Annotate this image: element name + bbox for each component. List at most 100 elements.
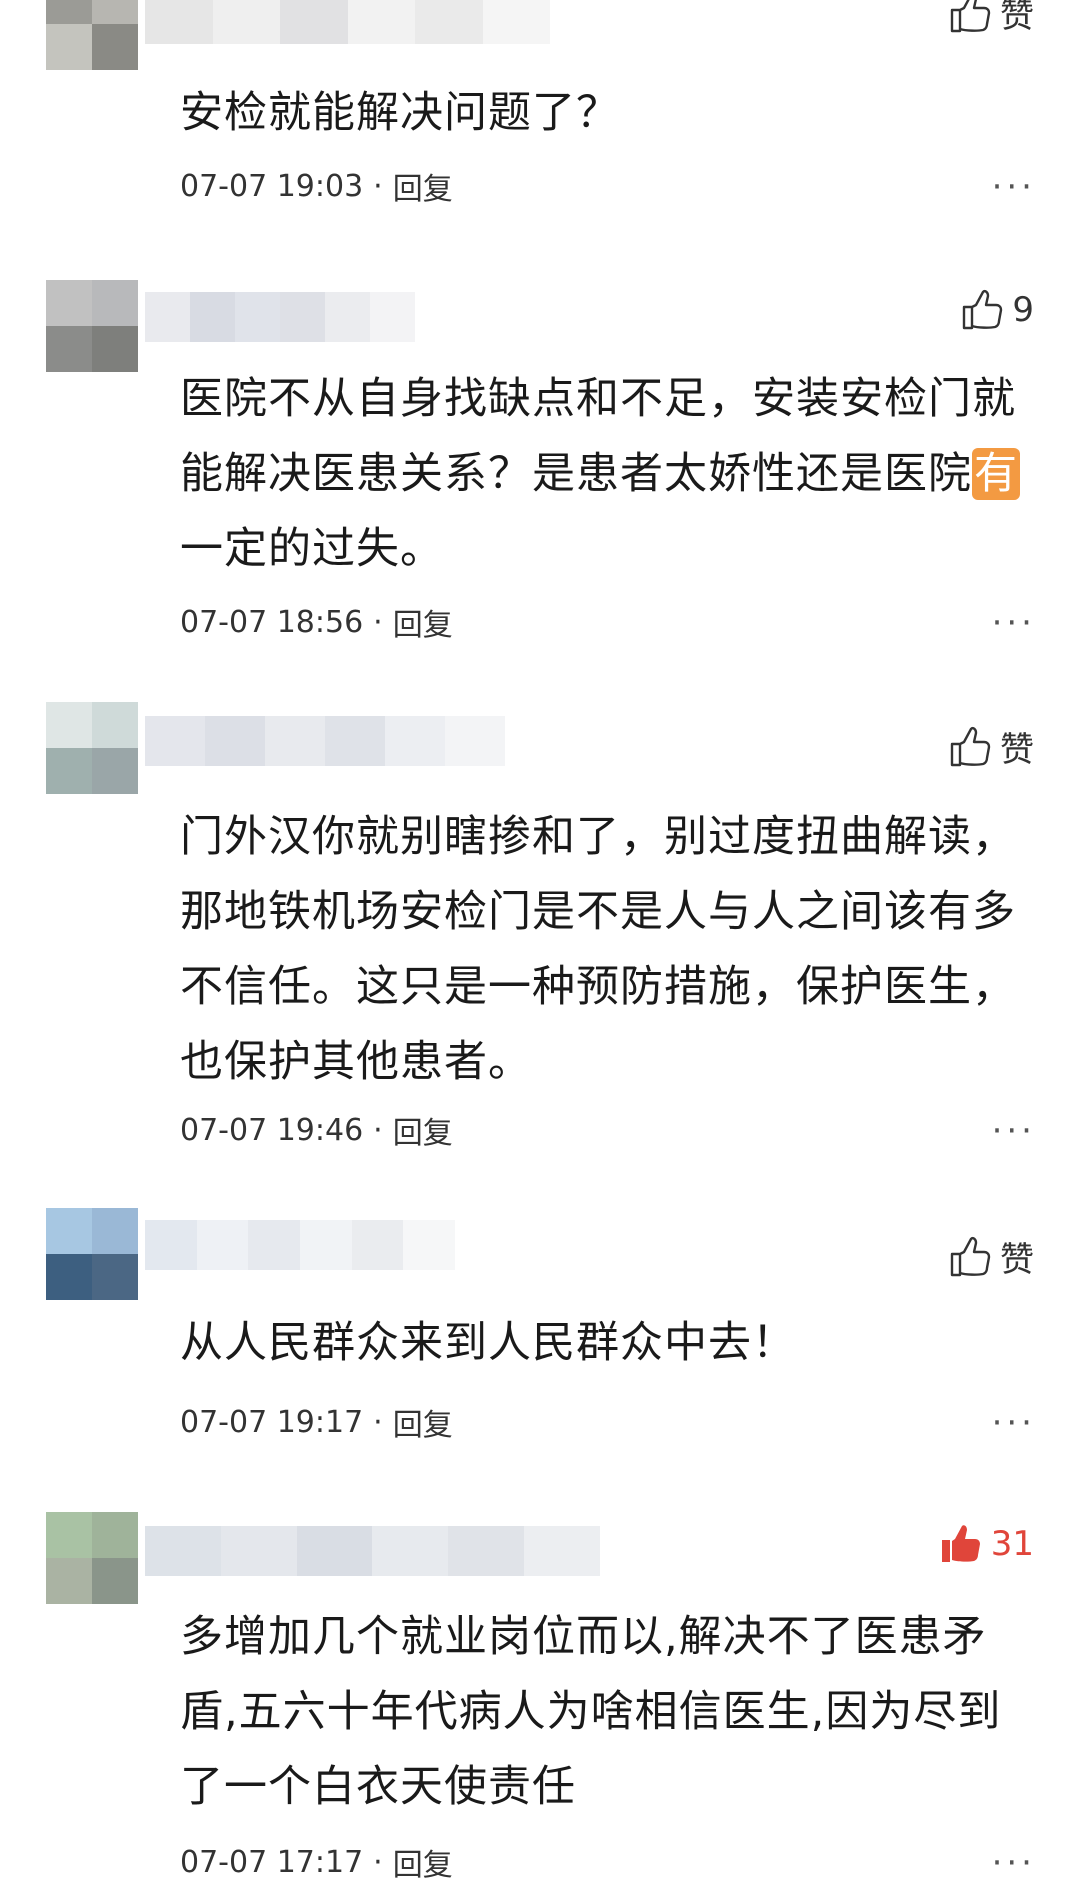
more-options-icon[interactable]: ··· [992, 1114, 1036, 1148]
avatar-pixel [46, 24, 92, 70]
username-blur-block [265, 716, 325, 766]
reply-link[interactable]: 回复 [393, 1840, 453, 1884]
username-blur-block [220, 1526, 297, 1576]
thumbs-up-icon [946, 723, 994, 771]
username-blur-block [235, 292, 280, 342]
username-blur-block [325, 716, 385, 766]
username-blur-block [280, 292, 325, 342]
like-button[interactable]: 9 [958, 286, 1034, 334]
avatar-pixel [46, 0, 92, 24]
username-blur-block [448, 1526, 525, 1576]
avatar-pixel [46, 1254, 92, 1300]
username-blur-block [145, 716, 205, 766]
comment-text: 从人民群众来到人民群众中去！ [180, 1318, 796, 1368]
meta-separator: · [373, 168, 383, 204]
avatar-pixel [46, 280, 92, 326]
username[interactable] [145, 716, 505, 766]
avatar-pixel [46, 748, 92, 794]
avatar-pixel [92, 748, 138, 794]
meta-separator: · [373, 1112, 383, 1148]
username-blur-block [280, 0, 348, 44]
comment-text: 医院不从自身找缺点和不足，安装安检门就能解决医患关系？是患者太娇性还是医院有一定… [180, 362, 1020, 587]
comment-date: 07-07 18:56 [180, 604, 364, 640]
username-blur-block [196, 1220, 249, 1270]
avatar-pixel [92, 280, 138, 326]
meta-separator: · [373, 604, 383, 640]
reply-link[interactable]: 回复 [393, 600, 453, 644]
avatar[interactable] [46, 1512, 138, 1604]
more-options-icon[interactable]: ··· [992, 170, 1036, 204]
avatar-pixel [46, 1558, 92, 1604]
username-blur-block [145, 1526, 221, 1576]
comment-date: 07-07 19:03 [180, 168, 364, 204]
more-options-icon[interactable]: ··· [992, 1406, 1036, 1440]
comment-meta: 07-07 19:46 · 回复 [180, 1108, 453, 1152]
username-blur-block [482, 0, 550, 44]
comment-text: 门外汉你就别瞎掺和了，别过度扭曲解读，那地铁机场安检门是不是人与人之间该有多不信… [180, 812, 1016, 1087]
avatar[interactable] [46, 280, 138, 372]
username[interactable] [145, 0, 550, 44]
reply-link[interactable]: 回复 [393, 164, 453, 208]
comment-meta: 07-07 18:56 · 回复 [180, 600, 453, 644]
avatar-pixel [46, 1512, 92, 1558]
username-blur-block [296, 1526, 373, 1576]
comment-date: 07-07 17:17 [180, 1844, 364, 1880]
username-blur-block [385, 716, 445, 766]
username-blur-block [190, 292, 235, 342]
comment-meta: 07-07 19:17 · 回复 [180, 1400, 453, 1444]
avatar[interactable] [46, 1208, 138, 1300]
reply-link[interactable]: 回复 [393, 1400, 453, 1444]
avatar-pixel [46, 1208, 92, 1254]
like-count: 赞 [1000, 0, 1034, 36]
username-blur-block [145, 0, 213, 44]
username-blur-block [145, 1220, 197, 1270]
more-options-icon[interactable]: ··· [992, 1846, 1036, 1880]
username-blur-block [248, 1220, 301, 1270]
like-count: 31 [990, 1524, 1034, 1564]
highlighted-word: 有 [972, 448, 1020, 500]
username-blur-block [325, 292, 370, 342]
meta-separator: · [373, 1844, 383, 1880]
reply-link[interactable]: 回复 [393, 1108, 453, 1152]
avatar-pixel [92, 1254, 138, 1300]
like-button[interactable]: 31 [937, 1520, 1034, 1568]
avatar-pixel [92, 1558, 138, 1604]
username-blur-block [205, 716, 265, 766]
avatar-pixel [46, 702, 92, 748]
avatar[interactable] [46, 0, 138, 70]
username[interactable] [145, 292, 415, 342]
thumbs-up-icon [946, 1233, 994, 1281]
like-count: 赞 [1000, 1240, 1034, 1280]
more-options-icon[interactable]: ··· [992, 606, 1036, 640]
username-blur-block [524, 1526, 600, 1576]
username[interactable] [145, 1526, 600, 1576]
username-blur-block [145, 292, 190, 342]
avatar-pixel [92, 24, 138, 70]
avatar-pixel [92, 0, 138, 24]
avatar[interactable] [46, 702, 138, 794]
comment-date: 07-07 19:17 [180, 1404, 364, 1440]
like-button[interactable]: 赞 [946, 0, 1034, 37]
avatar-pixel [92, 326, 138, 372]
comment-meta: 07-07 17:17 · 回复 [180, 1840, 453, 1884]
username-blur-block [347, 0, 415, 44]
comment-meta: 07-07 19:03 · 回复 [180, 164, 453, 208]
like-button[interactable]: 赞 [946, 1232, 1034, 1281]
username[interactable] [145, 1220, 455, 1270]
avatar-pixel [92, 1512, 138, 1558]
like-button[interactable]: 赞 [946, 722, 1034, 771]
username-blur-block [212, 0, 280, 44]
avatar-pixel [92, 1208, 138, 1254]
comment-text: 安检就能解决问题了？ [180, 88, 620, 138]
avatar-pixel [92, 702, 138, 748]
comment-date: 07-07 19:46 [180, 1112, 364, 1148]
username-blur-block [415, 0, 483, 44]
like-count: 9 [1012, 290, 1034, 330]
like-count: 赞 [1000, 730, 1034, 770]
comment-text: 多增加几个就业岗位而以,解决不了医患矛盾,五六十年代病人为啥相信医生,因为尽到了… [180, 1612, 1002, 1812]
username-blur-block [372, 1526, 449, 1576]
username-blur-block [300, 1220, 352, 1270]
thumbs-up-icon [958, 286, 1006, 334]
comment-text-part: 一定的过失。 [180, 524, 444, 574]
username-blur-block [351, 1220, 404, 1270]
